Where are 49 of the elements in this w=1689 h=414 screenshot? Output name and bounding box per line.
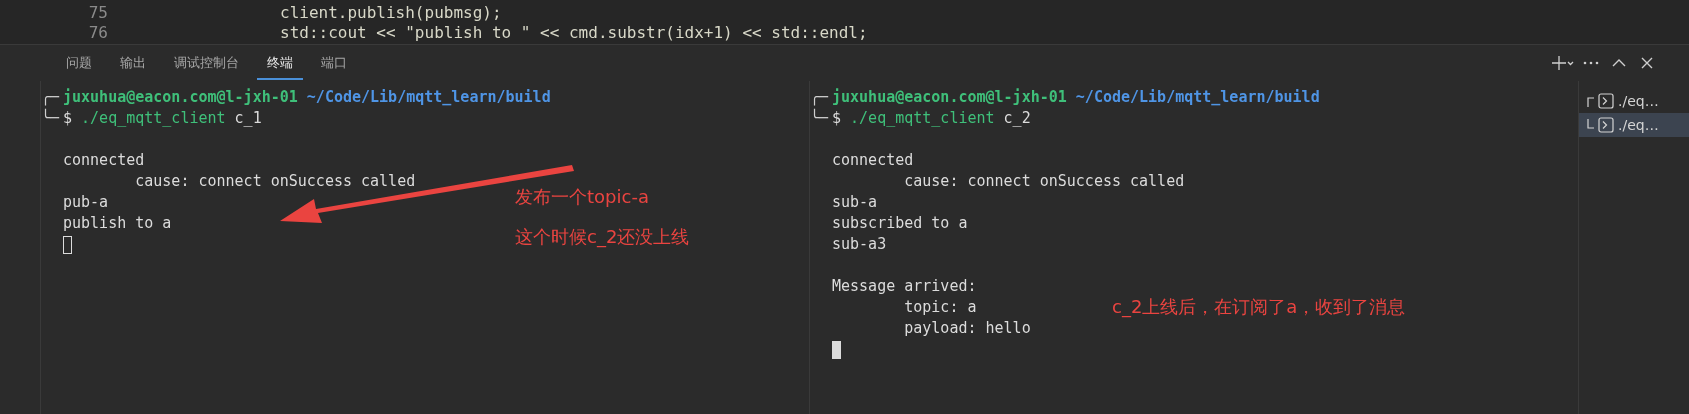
panel-tab[interactable]: 输出: [110, 46, 156, 80]
plus-icon: [1552, 55, 1574, 71]
chevron-up-icon: [1612, 59, 1626, 67]
command-argument: c_1: [234, 109, 262, 127]
terminal-list-item[interactable]: ./eq…: [1579, 89, 1689, 113]
annotation-text: 这个时候c_2还没上线: [515, 225, 690, 249]
terminal-pane[interactable]: ╭─ juxuhua@eacon.com@l-jxh-01 ~/Code/Lib/mqtt_learn/build ╰─ $ ./eq_mqtt_client c_1 connected cause: connect onSuccess called pub-a publish to a 发布一个topic-a 这个时候c_2还没上线: [41, 81, 810, 414]
annotation-text: c_2上线后，在订阅了a，收到了消息: [1112, 295, 1406, 319]
prompt-corner: ╭─: [810, 87, 830, 108]
prompt-corner: ╰─: [41, 108, 61, 129]
code-line: client.publish(pubmsg);: [280, 2, 502, 22]
tree-line-icon: [1587, 95, 1594, 107]
output-line: sub-a3: [832, 234, 887, 255]
line-number: 76: [87, 22, 108, 42]
prompt-corner: ╭─: [41, 87, 61, 108]
terminal-icon: [1598, 93, 1614, 109]
line-number: 75: [87, 2, 108, 22]
output-line: subscribed to a: [832, 213, 968, 234]
panel-tab[interactable]: 问题: [56, 46, 102, 80]
prompt-corner: ╰─: [810, 108, 830, 129]
command-argument: c_2: [1003, 109, 1031, 127]
output-line: connected: [832, 150, 914, 171]
command-name: ./eq_mqtt_client: [850, 109, 995, 127]
output-line: cause: connect onSuccess called: [134, 171, 416, 192]
output-line: publish to a: [63, 213, 172, 234]
annotation-text: 发布一个topic-a: [515, 185, 650, 209]
terminal-icon: [1598, 117, 1614, 133]
prompt-user-host: juxuhua@eacon.com@l-jxh-01: [63, 88, 298, 106]
prompt-path: ~/Code/Lib/mqtt_learn/build: [1075, 88, 1320, 106]
command-name: ./eq_mqtt_client: [81, 109, 226, 127]
output-line: Message arrived:: [832, 276, 977, 297]
output-line: sub-a: [832, 192, 878, 213]
output-line: pub-a: [63, 192, 109, 213]
output-line: topic: a: [903, 297, 977, 318]
prompt-path: ~/Code/Lib/mqtt_learn/build: [306, 88, 551, 106]
output-line: connected: [63, 150, 145, 171]
output-line: cause: connect onSuccess called: [903, 171, 1185, 192]
output-line: payload: hello: [903, 318, 1031, 339]
tree-line-icon: [1587, 119, 1594, 131]
prompt-symbol: $: [63, 109, 73, 127]
terminal-list-item[interactable]: ./eq…: [1579, 113, 1689, 137]
x-icon: [1641, 57, 1653, 69]
prompt-symbol: $: [832, 109, 842, 127]
prompt-user-host: juxuhua@eacon.com@l-jxh-01: [832, 88, 1067, 106]
code-line: std::cout << "publish to " << cmd.substr(idx+1) << std::endl;: [280, 22, 868, 42]
panel-tab[interactable]: 端口: [311, 46, 357, 80]
ellipsis-icon: [1583, 61, 1599, 65]
panel-tab[interactable]: 终端: [257, 46, 303, 80]
panel-tab[interactable]: 调试控制台: [164, 46, 249, 80]
